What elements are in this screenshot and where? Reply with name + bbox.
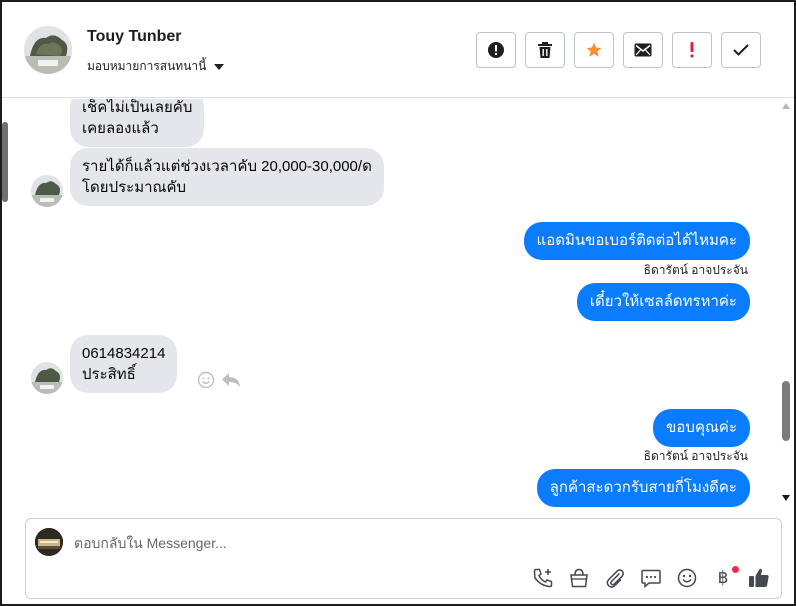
- outgoing-message[interactable]: เดี๋ยวให้เซลล์ดทรหาค่ะ: [576, 283, 750, 321]
- phone-plus-icon: [533, 568, 553, 588]
- header-actions: [476, 32, 761, 68]
- attach-button[interactable]: [603, 566, 627, 590]
- paperclip-icon: [606, 569, 624, 588]
- sender-name: ธิดารัตน์ อาจประจัน: [643, 263, 748, 277]
- left-scrollbar-thumb[interactable]: [2, 122, 8, 202]
- emoji-icon: [677, 568, 697, 588]
- page-avatar: [35, 528, 63, 556]
- incoming-message[interactable]: รายได้ก็แล้วแต่ช่วงเวลาคับ 20,000-30,000…: [70, 148, 384, 206]
- shop-button[interactable]: [567, 566, 591, 590]
- star-button[interactable]: [574, 32, 614, 68]
- follow-up-button[interactable]: [672, 32, 712, 68]
- emoji-button[interactable]: [675, 566, 699, 590]
- assign-conversation-dropdown[interactable]: มอบหมายการสนทนานี้: [87, 57, 225, 76]
- delete-button[interactable]: [525, 32, 565, 68]
- contact-avatar-small[interactable]: [31, 175, 63, 207]
- saved-reply-icon: [641, 569, 661, 589]
- contact-avatar-small[interactable]: [31, 362, 63, 394]
- composer-toolbar: ฿: [531, 566, 771, 590]
- message-line: รายได้ก็แล้วแต่ช่วงเวลาคับ 20,000-30,000…: [82, 158, 372, 175]
- payment-button[interactable]: ฿: [711, 566, 739, 590]
- incoming-message[interactable]: 0614834214 ประสิทธิ์: [70, 335, 178, 393]
- caret-down-icon: [214, 63, 225, 70]
- scrollbar-thumb[interactable]: [782, 381, 790, 441]
- message-line: เคยลองแล้ว: [82, 120, 159, 137]
- contact-name: Touy Tunber: [87, 28, 182, 45]
- star-icon: [586, 42, 602, 57]
- like-icon: [749, 568, 769, 587]
- message-line: ประสิทธิ์: [82, 366, 136, 383]
- sender-name: ธิดารัตน์ อาจประจัน: [643, 449, 748, 463]
- reply-icon[interactable]: [221, 371, 241, 389]
- mark-done-button[interactable]: [721, 32, 761, 68]
- shopping-bag-icon: [570, 568, 588, 588]
- reply-composer: ฿: [25, 518, 782, 599]
- message-thread[interactable]: เช็คไม่เป็นเลยคับ เคยลองแล้ว รายได้ก็แล้…: [2, 99, 794, 509]
- message-line: 0614834214: [82, 345, 166, 362]
- assign-label: มอบหมายการสนทนานี้: [87, 59, 207, 73]
- baht-payment-icon: ฿: [717, 568, 729, 588]
- outgoing-message[interactable]: ลูกค้าสะดวกรับสายกี่โมงดีคะ: [536, 469, 750, 507]
- mark-unread-button[interactable]: [623, 32, 663, 68]
- reply-input[interactable]: [74, 531, 674, 555]
- contact-avatar[interactable]: [24, 26, 72, 74]
- trash-icon: [538, 42, 552, 58]
- outgoing-message[interactable]: ขอบคุณค่ะ: [653, 409, 750, 447]
- call-button[interactable]: [531, 566, 555, 590]
- outgoing-message[interactable]: แอดมินขอเบอร์ติดต่อได้ไหมคะ: [523, 222, 750, 260]
- scroll-down-icon[interactable]: [782, 495, 790, 501]
- report-spam-button[interactable]: [476, 32, 516, 68]
- react-emoji-icon[interactable]: [197, 371, 215, 389]
- saved-replies-button[interactable]: [639, 566, 663, 590]
- like-button[interactable]: [747, 566, 771, 590]
- incoming-message[interactable]: เช็คไม่เป็นเลยคับ เคยลองแล้ว: [70, 99, 205, 147]
- scroll-up-icon[interactable]: [782, 103, 790, 109]
- messenger-conversation-window: Touy Tunber มอบหมายการสนทนานี้ เช็คไม่เป…: [0, 0, 796, 606]
- message-line: โดยประมาณคับ: [82, 179, 187, 196]
- envelope-icon: [634, 43, 652, 57]
- exclamation-icon: [690, 42, 694, 58]
- check-icon: [733, 44, 749, 56]
- message-line: เช็คไม่เป็นเลยคับ: [82, 99, 193, 116]
- thread-scrollbar[interactable]: [779, 99, 793, 509]
- notification-dot: [732, 566, 739, 573]
- message-tools: [197, 371, 241, 389]
- conversation-header: Touy Tunber มอบหมายการสนทนานี้: [2, 2, 794, 98]
- alert-octagon-icon: [488, 42, 504, 58]
